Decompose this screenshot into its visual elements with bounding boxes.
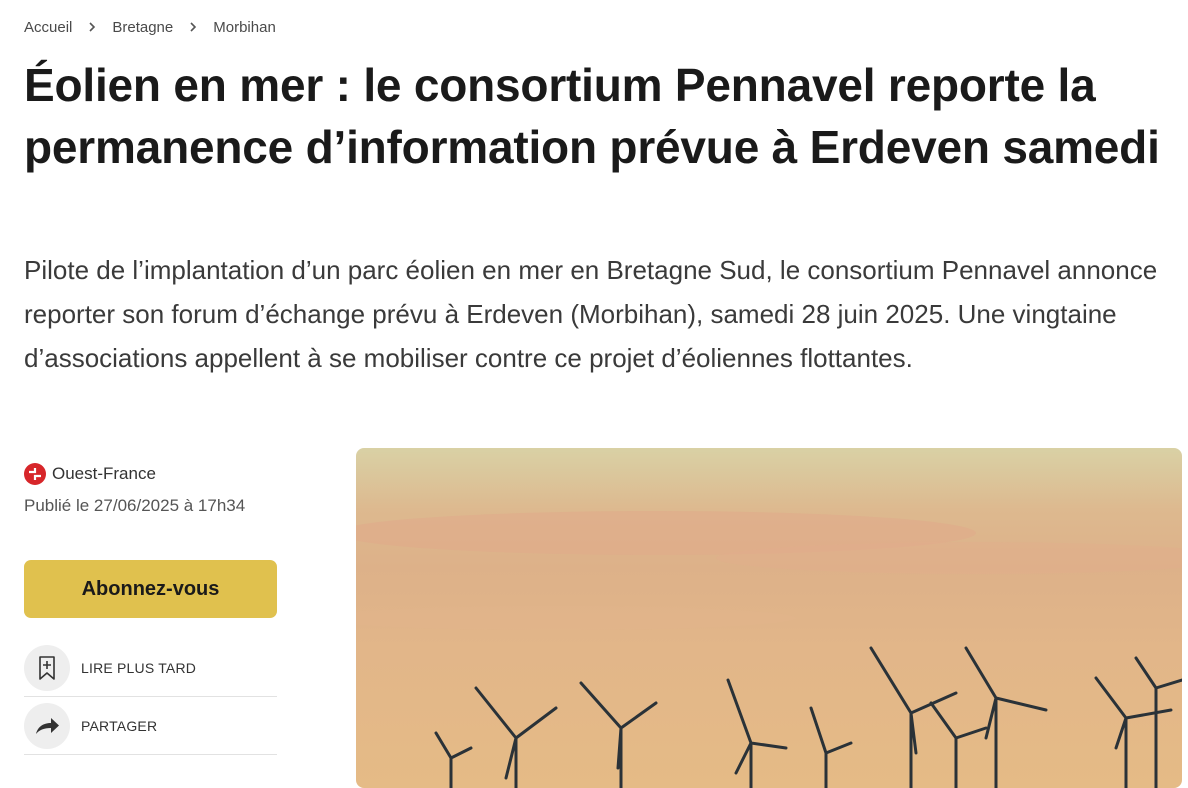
publish-date: Publié le 27/06/2025 à 17h34: [24, 496, 246, 515]
breadcrumb: Accueil Bretagne Morbihan: [24, 17, 276, 37]
breadcrumb-item-morbihan[interactable]: Morbihan: [213, 19, 276, 36]
share-button[interactable]: PARTAGER: [24, 698, 277, 755]
source-name[interactable]: Ouest-France: [52, 464, 156, 484]
ouest-france-logo-icon: [24, 463, 46, 485]
hero-image[interactable]: [356, 448, 1182, 788]
chevron-right-icon: [187, 21, 199, 33]
article-source: Ouest-France: [24, 463, 156, 485]
subscribe-button[interactable]: Abonnez-vous: [24, 560, 277, 618]
article-lead: Pilote de l’implantation d’un parc éolie…: [24, 255, 1158, 373]
breadcrumb-item-bretagne[interactable]: Bretagne: [112, 19, 173, 36]
share-label: PARTAGER: [81, 718, 158, 734]
read-later-label: LIRE PLUS TARD: [81, 660, 197, 676]
read-later-button[interactable]: LIRE PLUS TARD: [24, 640, 277, 697]
chevron-right-icon: [86, 21, 98, 33]
bookmark-plus-icon: [24, 645, 70, 691]
wind-turbines-photo: [356, 448, 1182, 788]
share-arrow-icon: [24, 703, 70, 749]
article-title: Éolien en mer : le consortium Pennavel r…: [24, 59, 1160, 173]
breadcrumb-item-accueil[interactable]: Accueil: [24, 19, 72, 36]
